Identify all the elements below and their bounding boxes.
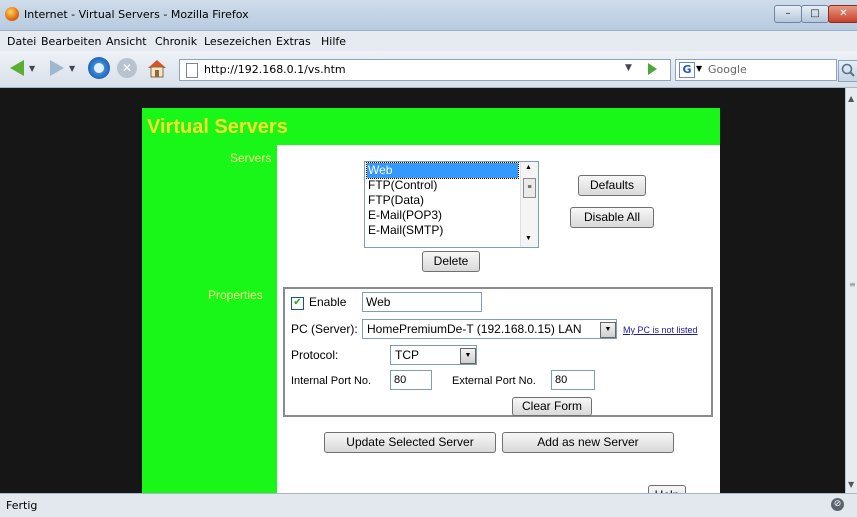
pc-not-listed-link[interactable]: My PC is not listed xyxy=(623,325,698,335)
properties-box: ✔ Enable Web PC (Server): HomePremiumDe-… xyxy=(283,287,713,417)
delete-button[interactable]: Delete xyxy=(422,251,480,272)
maximize-button[interactable]: □ xyxy=(801,5,829,23)
internal-port-label: Internal Port No. xyxy=(291,375,372,387)
forward-history-dropdown-icon[interactable]: ▼ xyxy=(69,64,75,73)
stop-icon[interactable]: ✕ xyxy=(117,58,137,78)
disable-all-button[interactable]: Disable All xyxy=(570,207,654,228)
router-panel: Virtual Servers Servers Properties Web F… xyxy=(142,108,720,493)
properties-label: Properties xyxy=(208,288,263,302)
address-url[interactable]: http://192.168.0.1/vs.htm xyxy=(204,63,346,76)
page-scrollbar[interactable]: ▲ ≡ ▼ xyxy=(845,88,857,493)
address-bar[interactable]: http://192.168.0.1/vs.htm ▼ xyxy=(179,59,671,81)
minimize-button[interactable]: – xyxy=(774,5,802,23)
list-item-web[interactable]: Web xyxy=(366,162,519,179)
security-status-icon[interactable]: ⊘ xyxy=(831,498,844,511)
scroll-down-icon[interactable]: ▼ xyxy=(525,235,532,242)
pc-server-value: HomePremiumDe-T (192.168.0.15) LAN xyxy=(367,322,582,336)
scroll-up-icon[interactable]: ▲ xyxy=(525,164,532,171)
label-column: Servers Properties xyxy=(142,145,277,493)
window-title: Internet - Virtual Servers - Mozilla Fir… xyxy=(24,8,249,21)
page-viewport: Virtual Servers Servers Properties Web F… xyxy=(0,88,845,493)
page-icon xyxy=(186,63,198,78)
list-item-email-smtp[interactable]: E-Mail(SMTP) xyxy=(367,223,518,238)
server-listbox[interactable]: Web FTP(Control) FTP(Data) E-Mail(POP3) … xyxy=(364,161,539,248)
list-item-ftp-control[interactable]: FTP(Control) xyxy=(367,178,518,193)
url-history-dropdown-icon[interactable]: ▼ xyxy=(625,63,632,73)
back-arrow-icon[interactable] xyxy=(10,60,24,76)
update-selected-server-button[interactable]: Update Selected Server xyxy=(324,432,496,453)
navigation-toolbar: ▼ ▼ ✕ http://192.168.0.1/vs.htm ▼ G ▼ Go… xyxy=(0,51,857,88)
menu-extras[interactable]: Extras xyxy=(276,35,311,48)
menu-bearbeiten[interactable]: Bearbeiten xyxy=(41,35,101,48)
status-text: Fertig xyxy=(6,499,38,512)
search-button[interactable] xyxy=(838,60,857,82)
enable-label: Enable xyxy=(309,295,347,309)
forward-arrow-icon[interactable] xyxy=(50,60,64,76)
pc-server-select[interactable]: HomePremiumDe-T (192.168.0.15) LAN ▼ xyxy=(362,319,617,339)
pc-dropdown-icon[interactable]: ▼ xyxy=(600,322,616,338)
title-bar: Internet - Virtual Servers - Mozilla Fir… xyxy=(0,0,857,31)
listbox-scrollbar[interactable]: ▲ ≡ ▼ xyxy=(520,162,538,247)
page-scroll-down-icon[interactable]: ▼ xyxy=(848,480,854,489)
page-scroll-up-icon[interactable]: ▲ xyxy=(848,94,854,103)
clear-form-button[interactable]: Clear Form xyxy=(512,397,592,416)
pc-server-label: PC (Server): xyxy=(291,322,358,336)
menu-hilfe[interactable]: Hilfe xyxy=(321,35,346,48)
go-arrow-icon[interactable] xyxy=(648,63,657,75)
server-name-input[interactable]: Web xyxy=(362,292,482,312)
search-bar[interactable]: G ▼ Google xyxy=(675,59,837,81)
defaults-button[interactable]: Defaults xyxy=(578,175,646,196)
enable-checkbox[interactable]: ✔ xyxy=(291,297,304,310)
firefox-icon xyxy=(5,7,19,21)
internal-port-input[interactable]: 80 xyxy=(390,370,432,390)
list-item-email-pop3[interactable]: E-Mail(POP3) xyxy=(367,208,518,223)
protocol-dropdown-icon[interactable]: ▼ xyxy=(460,348,476,364)
list-item-ftp-data[interactable]: FTP(Data) xyxy=(367,193,518,208)
google-engine-icon[interactable]: G xyxy=(679,62,695,78)
status-bar: Fertig ⊘ xyxy=(0,493,857,517)
magnifier-icon xyxy=(841,63,855,77)
add-new-server-button[interactable]: Add as new Server xyxy=(502,432,674,453)
menu-ansicht[interactable]: Ansicht xyxy=(106,35,147,48)
servers-label: Servers xyxy=(230,151,272,165)
close-icon: ✕ xyxy=(839,8,848,19)
menu-lesezeichen[interactable]: Lesezeichen xyxy=(204,35,272,48)
home-icon[interactable] xyxy=(146,57,168,79)
minimize-icon: – xyxy=(785,8,791,19)
close-button[interactable]: ✕ xyxy=(828,5,857,23)
help-button[interactable]: Help xyxy=(648,485,686,493)
back-history-dropdown-icon[interactable]: ▼ xyxy=(29,64,35,73)
scroll-thumb[interactable]: ≡ xyxy=(523,178,536,198)
panel-header: Virtual Servers xyxy=(142,108,720,145)
external-port-label: External Port No. xyxy=(452,375,536,387)
search-engine-dropdown-icon[interactable]: ▼ xyxy=(696,64,702,73)
protocol-value: TCP xyxy=(395,348,419,362)
search-placeholder: Google xyxy=(708,63,747,76)
reload-icon[interactable] xyxy=(88,57,110,79)
protocol-label: Protocol: xyxy=(291,348,339,362)
maximize-icon: □ xyxy=(810,8,820,19)
protocol-select[interactable]: TCP ▼ xyxy=(390,345,477,365)
menu-datei[interactable]: Datei xyxy=(7,35,36,48)
page-scroll-thumb[interactable]: ≡ xyxy=(849,280,856,289)
menu-chronik[interactable]: Chronik xyxy=(155,35,197,48)
menu-bar: Datei Bearbeiten Ansicht Chronik Lesezei… xyxy=(0,31,857,51)
external-port-input[interactable]: 80 xyxy=(551,370,595,390)
page-title: Virtual Servers xyxy=(147,116,288,138)
